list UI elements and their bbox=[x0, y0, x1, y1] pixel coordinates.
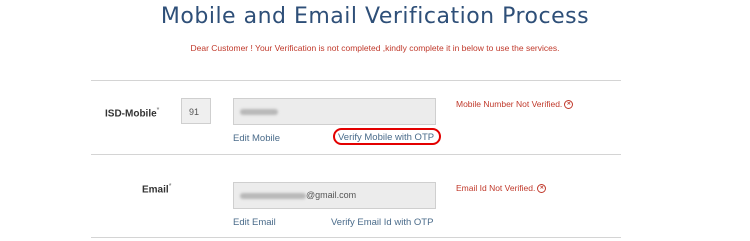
verification-notice: Dear Customer ! Your Verification is not… bbox=[190, 43, 560, 53]
mobile-label-text: ISD-Mobile bbox=[105, 108, 157, 120]
otp-highlight-circle bbox=[333, 128, 441, 145]
error-circle-icon: ✕ bbox=[537, 184, 547, 194]
masked-email-user bbox=[240, 192, 306, 199]
mobile-number-field[interactable] bbox=[233, 98, 436, 125]
isd-code-field[interactable]: 91 bbox=[181, 98, 211, 124]
divider bbox=[91, 80, 621, 81]
email-status-text: Email Id Not Verified. bbox=[456, 183, 536, 193]
masked-mobile-number bbox=[240, 108, 278, 115]
email-label: Email* bbox=[142, 183, 171, 195]
edit-mobile-link[interactable]: Edit Mobile bbox=[233, 133, 280, 144]
required-mark: * bbox=[156, 107, 160, 114]
email-domain: @gmail.com bbox=[306, 190, 357, 200]
mobile-status: Mobile Number Not Verified. ✕ bbox=[456, 99, 574, 110]
email-field[interactable]: @gmail.com bbox=[233, 182, 436, 209]
verify-email-otp-link[interactable]: Verify Email Id with OTP bbox=[331, 217, 433, 228]
page-title: Mobile and Email Verification Process bbox=[160, 4, 590, 29]
required-mark: * bbox=[168, 183, 172, 190]
error-circle-icon: ✕ bbox=[564, 100, 574, 110]
divider bbox=[91, 154, 621, 155]
email-status: Email Id Not Verified. ✕ bbox=[456, 183, 547, 194]
mobile-status-text: Mobile Number Not Verified. bbox=[456, 99, 563, 109]
edit-email-link[interactable]: Edit Email bbox=[233, 217, 276, 228]
mobile-label: ISD-Mobile* bbox=[105, 107, 159, 119]
divider bbox=[91, 237, 621, 238]
email-label-text: Email bbox=[142, 184, 169, 196]
